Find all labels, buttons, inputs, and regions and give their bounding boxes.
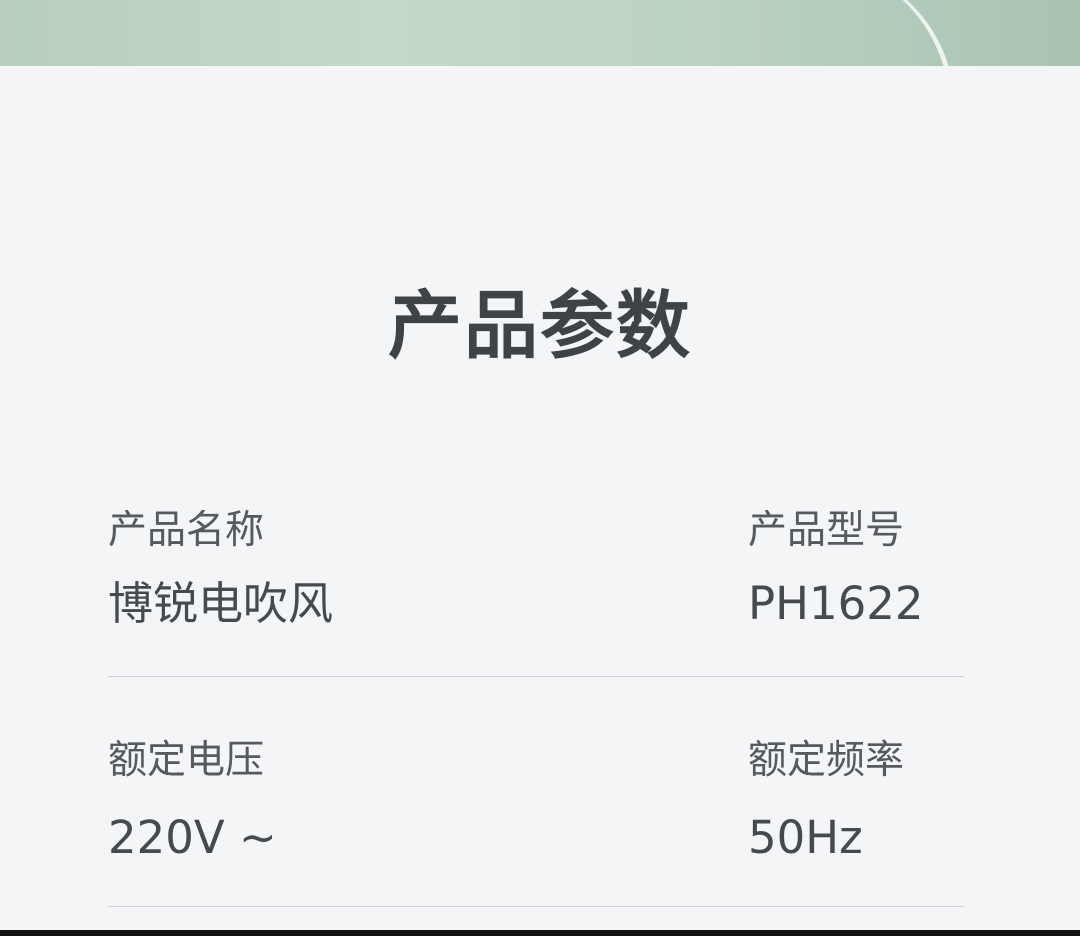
spec-value: PH1622: [748, 577, 924, 630]
spec-product-model: 产品型号 PH1622: [748, 506, 924, 634]
spec-rated-frequency: 额定频率 50Hz: [748, 736, 904, 868]
spec-product-name: 产品名称 博锐电吹风: [108, 506, 333, 634]
section-title: 产品参数: [388, 283, 692, 369]
spec-row: 产品名称 博锐电吹风 产品型号 PH1622: [108, 506, 964, 677]
spec-value: 博锐电吹风: [108, 577, 334, 630]
spec-label: 产品名称: [108, 508, 265, 553]
spec-value: 50Hz: [748, 811, 863, 864]
product-parameters-section: 产品参数 产品名称 博锐电吹风 产品型号 PH1622 额定电压 220V ~ …: [0, 66, 1080, 930]
spec-rated-voltage: 额定电压 220V ~: [108, 736, 277, 868]
hair-dryer-cord-image: [810, 0, 955, 66]
spec-label: 产品型号: [748, 508, 905, 553]
spec-value: 220V ~: [108, 811, 277, 864]
bottom-edge-bar: [0, 930, 1080, 936]
spec-row: 额定电压 220V ~ 额定频率 50Hz: [108, 736, 964, 907]
product-image-banner: [0, 0, 1080, 66]
spec-label: 额定频率: [748, 738, 905, 783]
spec-label: 额定电压: [108, 738, 265, 783]
